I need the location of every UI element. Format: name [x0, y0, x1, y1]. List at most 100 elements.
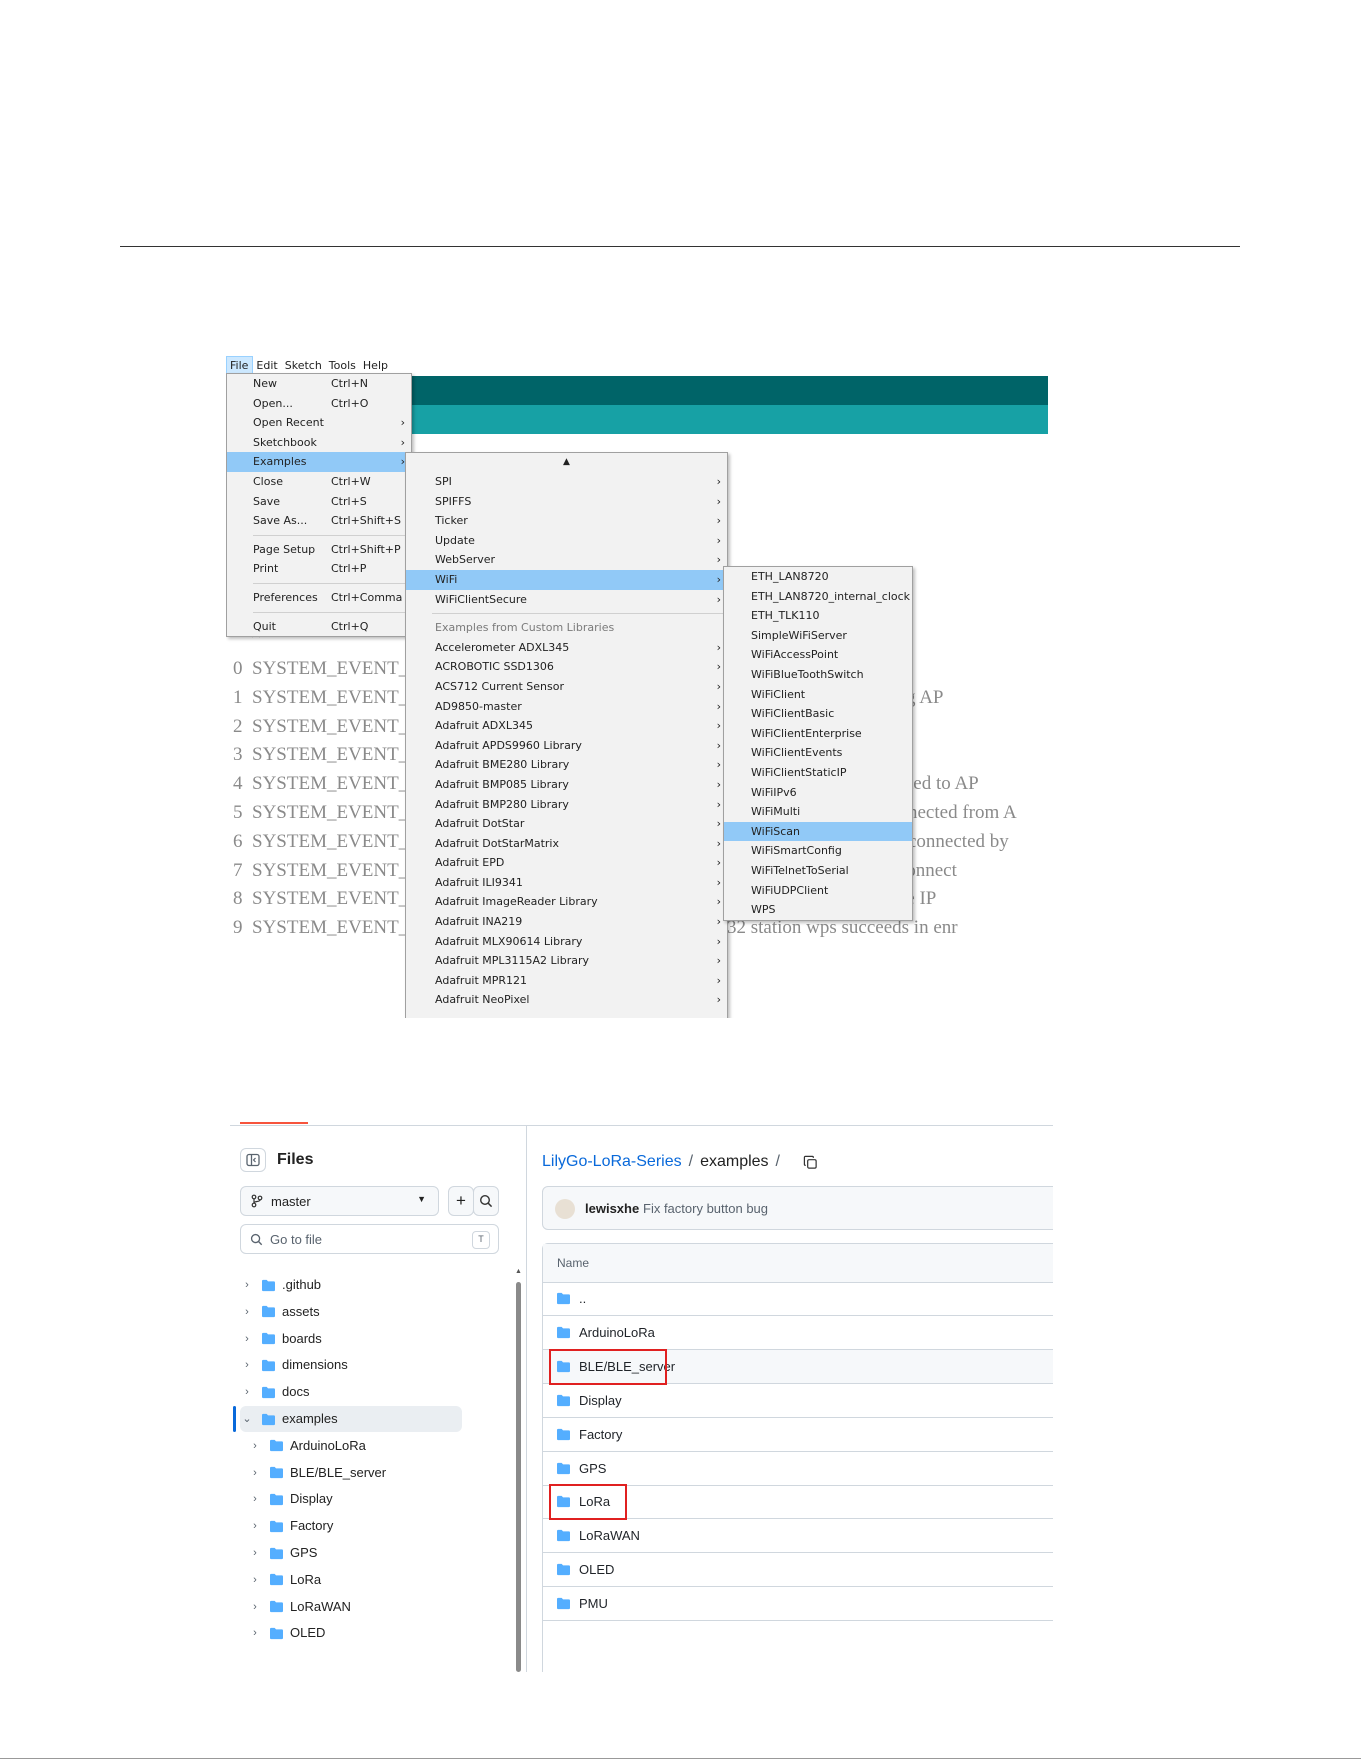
tree-item-examples[interactable]: ⌄ examples [240, 1406, 462, 1432]
tree-item-github[interactable]: › .github [240, 1272, 500, 1298]
tree-item-lorawan[interactable]: › LoRaWAN [248, 1594, 500, 1620]
file-menu-item-open-recent[interactable]: Open Recent › [227, 413, 411, 433]
file-menu-item-save-as[interactable]: Save As... Ctrl+Shift+S [227, 511, 411, 531]
wifi-menu-item-wificlient[interactable]: WiFiClient [724, 685, 912, 705]
examples-menu-item-spiffs[interactable]: SPIFFS › [406, 492, 727, 512]
row-folder-name[interactable]: LoRaWAN [579, 1528, 640, 1543]
add-file-button[interactable]: + [448, 1186, 474, 1216]
wifi-menu-item-wifibluetoothswitch[interactable]: WiFiBlueToothSwitch [724, 665, 912, 685]
tree-item-oled[interactable]: › OLED [248, 1620, 500, 1646]
file-menu-item-page-setup[interactable]: Page Setup Ctrl+Shift+P [227, 540, 411, 560]
copy-path-icon[interactable] [803, 1155, 818, 1170]
examples-menu-item-adafruit-bmp085-library[interactable]: Adafruit BMP085 Library › [406, 775, 727, 795]
menubar-help[interactable]: Help [360, 357, 392, 374]
wifi-menu-item-wifiudpclient[interactable]: WiFiUDPClient [724, 881, 912, 901]
examples-menu-item-adafruit-epd[interactable]: Adafruit EPD › [406, 853, 727, 873]
breadcrumb-repo-link[interactable]: LilyGo-LoRa-Series [542, 1152, 682, 1172]
menubar-sketch[interactable]: Sketch [282, 357, 326, 374]
row-folder-name[interactable]: .. [579, 1291, 586, 1306]
examples-menu-item-acs712-current-sensor[interactable]: ACS712 Current Sensor › [406, 677, 727, 697]
wifi-menu-item-wifiipv6[interactable]: WiFiIPv6 [724, 783, 912, 803]
examples-menu-item-adafruit-dotstar[interactable]: Adafruit DotStar › [406, 814, 727, 834]
row-folder-name[interactable]: GPS [579, 1461, 606, 1476]
wifi-menu-item-wificlientevents[interactable]: WiFiClientEvents [724, 743, 912, 763]
tree-item-ble-ble-server[interactable]: › BLE/BLE_server [248, 1460, 500, 1486]
sidebar-scrollbar[interactable] [516, 1282, 521, 1672]
wifi-menu-item-wifiaccesspoint[interactable]: WiFiAccessPoint [724, 645, 912, 665]
table-row[interactable]: PMU [543, 1587, 1053, 1622]
wifi-menu-item-wifimulti[interactable]: WiFiMulti [724, 802, 912, 822]
examples-menu-item-adafruit-mpr121[interactable]: Adafruit MPR121 › [406, 971, 727, 991]
table-row[interactable]: Display [543, 1384, 1053, 1418]
examples-menu-item-adafruit-neopixel[interactable]: Adafruit NeoPixel › [406, 990, 727, 1010]
tree-item-dimensions[interactable]: › dimensions [240, 1352, 500, 1378]
examples-menu-item-adafruit-dotstarmatrix[interactable]: Adafruit DotStarMatrix › [406, 834, 727, 854]
tree-item-gps[interactable]: › GPS [248, 1540, 500, 1566]
chevron-right-icon[interactable]: › [248, 1460, 262, 1486]
examples-menu-item-adafruit-ina219[interactable]: Adafruit INA219 › [406, 912, 727, 932]
wifi-menu-item-wificlientstaticip[interactable]: WiFiClientStaticIP [724, 763, 912, 783]
examples-menu-item-adafruit-mpl3115a2-library[interactable]: Adafruit MPL3115A2 Library › [406, 951, 727, 971]
menubar-tools[interactable]: Tools [326, 357, 360, 374]
go-to-file-input[interactable]: Go to file T [240, 1224, 499, 1254]
file-menu-item-save[interactable]: Save Ctrl+S [227, 492, 411, 512]
file-menu-item-sketchbook[interactable]: Sketchbook › [227, 433, 411, 453]
scroll-up-arrow-icon[interactable]: ▲ [406, 453, 727, 472]
wifi-menu-item-eth-tlk110[interactable]: ETH_TLK110 [724, 606, 912, 626]
wifi-menu-item-wifitelnettoserial[interactable]: WiFiTelnetToSerial [724, 861, 912, 881]
examples-menu-item-adafruit-apds9960-library[interactable]: Adafruit APDS9960 Library › [406, 736, 727, 756]
table-row[interactable]: ArduinoLoRa [543, 1316, 1053, 1350]
tree-item-assets[interactable]: › assets [240, 1299, 500, 1325]
chevron-right-icon[interactable]: › [248, 1594, 262, 1620]
scroll-up-arrow-icon[interactable]: ▲ [515, 1268, 522, 1275]
chevron-down-icon[interactable]: ⌄ [240, 1406, 254, 1432]
row-folder-name[interactable]: Factory [579, 1427, 622, 1442]
branch-selector[interactable]: master ▼ [240, 1186, 439, 1216]
tree-item-boards[interactable]: › boards [240, 1326, 500, 1352]
file-menu-item-quit[interactable]: Quit Ctrl+Q [227, 617, 411, 637]
examples-menu-item-wifi[interactable]: WiFi › [406, 569, 727, 590]
commit-author[interactable]: lewisxhe [585, 1201, 639, 1216]
wifi-menu-item-wificlientbasic[interactable]: WiFiClientBasic [724, 704, 912, 724]
examples-menu-item-wificlientsecure[interactable]: WiFiClientSecure › [406, 590, 727, 610]
tree-item-arduinolora[interactable]: › ArduinoLoRa [248, 1433, 500, 1459]
examples-menu-item-ad9850-master[interactable]: AD9850-master › [406, 697, 727, 717]
examples-menu-item-adafruit-adxl345[interactable]: Adafruit ADXL345 › [406, 716, 727, 736]
row-folder-name[interactable]: OLED [579, 1562, 614, 1577]
commit-message[interactable]: Fix factory button bug [643, 1201, 768, 1216]
tree-item-factory[interactable]: › Factory [248, 1513, 500, 1539]
file-menu-item-preferences[interactable]: Preferences Ctrl+Comma [227, 588, 411, 608]
chevron-right-icon[interactable]: › [240, 1379, 254, 1405]
wifi-menu-item-wifismartconfig[interactable]: WiFiSmartConfig [724, 841, 912, 861]
row-folder-name[interactable]: Display [579, 1393, 622, 1408]
file-menu-item-open[interactable]: Open... Ctrl+O [227, 394, 411, 414]
tree-item-lora[interactable]: › LoRa [248, 1567, 500, 1593]
chevron-right-icon[interactable]: › [248, 1620, 262, 1646]
file-menu-item-print[interactable]: Print Ctrl+P [227, 559, 411, 579]
row-folder-name[interactable]: ArduinoLoRa [579, 1325, 655, 1340]
examples-menu-item-adafruit-mlx90614-library[interactable]: Adafruit MLX90614 Library › [406, 932, 727, 952]
wifi-menu-item-eth-lan8720[interactable]: ETH_LAN8720 [724, 567, 912, 587]
examples-menu-item-ticker[interactable]: Ticker › [406, 511, 727, 531]
search-button[interactable] [473, 1186, 499, 1216]
collapse-sidebar-icon[interactable] [240, 1148, 266, 1172]
examples-menu-item-spi[interactable]: SPI › [406, 472, 727, 492]
tree-item-display[interactable]: › Display [248, 1486, 500, 1512]
examples-menu-item-update[interactable]: Update › [406, 531, 727, 551]
examples-menu-item-adafruit-bmp280-library[interactable]: Adafruit BMP280 Library › [406, 795, 727, 815]
tree-item-docs[interactable]: › docs [240, 1379, 500, 1405]
table-row[interactable]: LoRaWAN [543, 1519, 1053, 1554]
menubar-edit[interactable]: Edit [253, 357, 281, 374]
wifi-menu-item-wps[interactable]: WPS [724, 900, 912, 920]
examples-menu-item-adafruit-imagereader-library[interactable]: Adafruit ImageReader Library › [406, 892, 727, 912]
examples-menu-item-adafruit-bme280-library[interactable]: Adafruit BME280 Library › [406, 755, 727, 775]
chevron-right-icon[interactable]: › [240, 1272, 254, 1298]
row-folder-name[interactable]: PMU [579, 1596, 608, 1611]
avatar[interactable] [555, 1199, 575, 1219]
examples-menu-item-accelerometer-adxl345[interactable]: Accelerometer ADXL345 › [406, 638, 727, 658]
file-menu-item-close[interactable]: Close Ctrl+W [227, 472, 411, 492]
file-menu-item-new[interactable]: New Ctrl+N [227, 374, 411, 394]
examples-menu-item-webserver[interactable]: WebServer › [406, 550, 727, 570]
table-row[interactable]: GPS [543, 1452, 1053, 1486]
wifi-menu-item-eth-lan8720-internal-clock[interactable]: ETH_LAN8720_internal_clock [724, 587, 912, 607]
